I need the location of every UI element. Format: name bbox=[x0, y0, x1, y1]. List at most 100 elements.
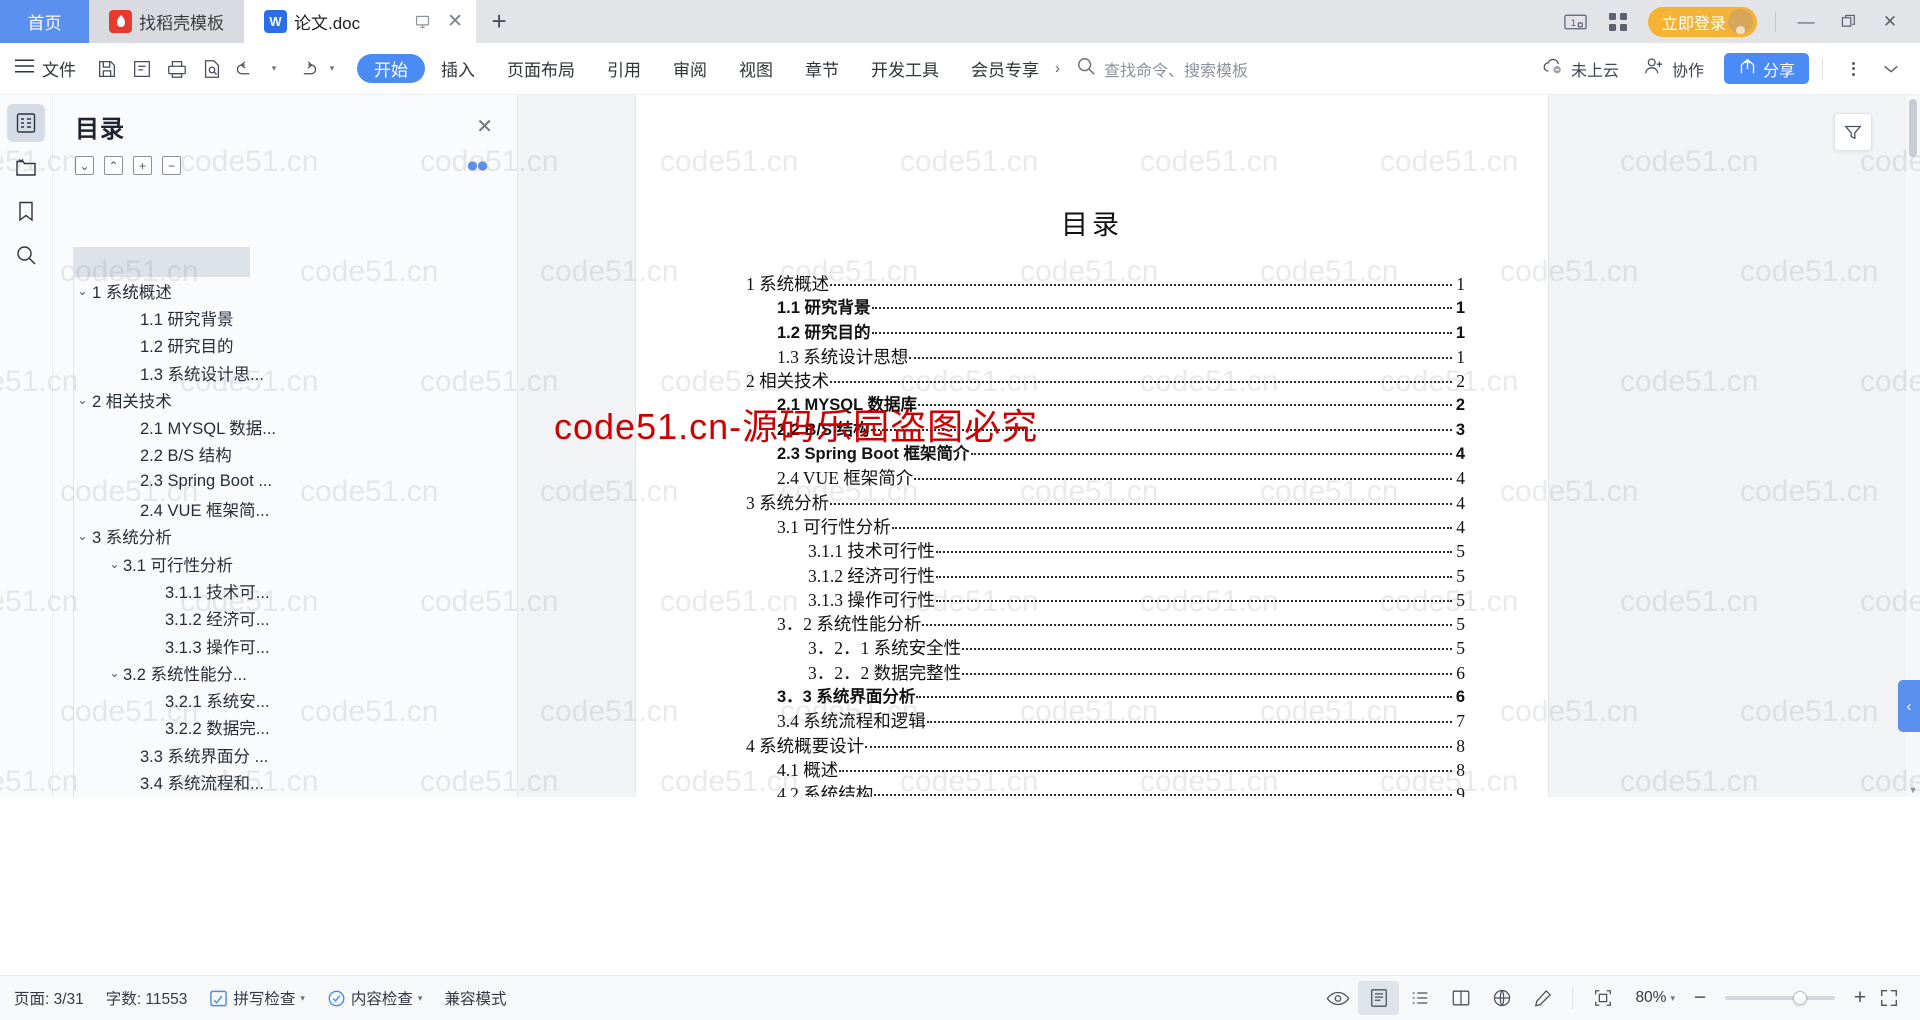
undo-dropdown-icon[interactable]: ▾ bbox=[261, 52, 287, 86]
search-box[interactable]: 查找命令、搜索模板 bbox=[1076, 56, 1248, 81]
scrollbar-thumb[interactable] bbox=[1909, 99, 1917, 157]
outline-item[interactable]: 3.1.1 技术可... bbox=[74, 577, 504, 604]
toc-entry[interactable]: 2.1 MYSQL 数据库 2 bbox=[746, 393, 1465, 417]
redo-dropdown-icon[interactable]: ▾ bbox=[319, 52, 345, 86]
ribbon-tab-member[interactable]: 会员专享 bbox=[955, 47, 1055, 90]
print-preview-icon[interactable] bbox=[195, 52, 229, 86]
toc-entry[interactable]: 1.2 研究目的 1 bbox=[746, 321, 1465, 345]
zoom-level[interactable]: 80% ▾ bbox=[1635, 989, 1675, 1007]
ribbon-tab-review[interactable]: 审阅 bbox=[657, 47, 723, 90]
outline-icon[interactable] bbox=[7, 104, 45, 142]
toc-entry[interactable]: 3．2．1 系统安全性 5 bbox=[746, 636, 1465, 660]
tab-document[interactable]: W 论文.doc ✕ bbox=[244, 0, 477, 43]
table-of-contents[interactable]: 1 系统概述 1 1.1 研究背景 1 1.2 研究目的 1 1.3 系统设计思想 1 2 相关… bbox=[636, 272, 1548, 797]
ribbon-overflow-icon[interactable]: › bbox=[1055, 60, 1062, 77]
page-info[interactable]: 页面: 3/31 bbox=[14, 987, 84, 1009]
undo-icon[interactable] bbox=[230, 52, 264, 86]
eye-icon[interactable] bbox=[1317, 981, 1358, 1015]
compat-mode-label[interactable]: 兼容模式 bbox=[444, 987, 506, 1009]
right-panel-toggle[interactable]: ‹ bbox=[1898, 680, 1920, 732]
ribbon-tab-developer[interactable]: 开发工具 bbox=[855, 47, 955, 90]
toc-entry[interactable]: 3.1.2 经济可行性 5 bbox=[746, 564, 1465, 588]
toc-entry[interactable]: 2 相关技术 2 bbox=[746, 369, 1465, 393]
save-cloud-icon[interactable] bbox=[125, 52, 159, 86]
expand-all-button[interactable]: + bbox=[133, 156, 152, 175]
share-button[interactable]: 分享 bbox=[1723, 53, 1809, 84]
outline-item[interactable]: ⌄ 3 系统分析 bbox=[74, 523, 504, 550]
file-menu-button[interactable]: 文件 bbox=[0, 56, 86, 81]
collapse-ribbon-icon[interactable] bbox=[1874, 52, 1908, 86]
print-icon[interactable] bbox=[160, 52, 194, 86]
grid-apps-icon[interactable] bbox=[1598, 0, 1638, 43]
outline-item[interactable]: 1.3 系统设计思... bbox=[74, 359, 504, 386]
chevron-down-icon[interactable]: ⌄ bbox=[74, 284, 91, 298]
ribbon-tab-page-layout[interactable]: 页面布局 bbox=[491, 47, 591, 90]
toc-entry[interactable]: 1.3 系统设计思想 1 bbox=[746, 345, 1465, 369]
screen-count-icon[interactable]: 1 bbox=[1556, 0, 1596, 43]
outline-item[interactable]: ⌄ 3.2 系统性能分... bbox=[74, 659, 504, 686]
outline-item[interactable]: 2.1 MYSQL 数据... bbox=[74, 413, 504, 440]
toc-entry[interactable]: 3．3 系统界面分析 6 bbox=[746, 685, 1465, 709]
toc-entry[interactable]: 4.2 系统结构 9 bbox=[746, 782, 1465, 797]
outline-tree[interactable]: ⌄ 1 系统概述 1.1 研究背景 1.2 研究目的 1.3 系统设计思... ⌄ 2 相关… bbox=[73, 247, 504, 797]
toc-entry[interactable]: 2.2 B/S 结构 3 bbox=[746, 418, 1465, 442]
outline-item[interactable]: ⌄4 系统概要设计 bbox=[74, 796, 504, 797]
chevron-down-icon[interactable]: ⌄ bbox=[106, 557, 123, 571]
chevron-down-icon[interactable]: ⌄ bbox=[74, 393, 91, 407]
zoom-in-button[interactable]: + bbox=[1848, 986, 1872, 1010]
ribbon-tab-section[interactable]: 章节 bbox=[789, 47, 855, 90]
toc-entry[interactable]: 3.1.3 操作可行性 5 bbox=[746, 588, 1465, 612]
search-icon[interactable] bbox=[7, 236, 45, 274]
collapse-up-button[interactable]: ⌃ bbox=[104, 156, 123, 175]
chevron-down-icon[interactable]: ▾ bbox=[300, 993, 305, 1004]
outline-item[interactable]: 3.4 系统流程和... bbox=[74, 768, 504, 795]
outline-item[interactable]: 1.1 研究背景 bbox=[74, 304, 504, 331]
outline-item[interactable]: 3.1.2 经济可... bbox=[74, 605, 504, 632]
chevron-down-icon[interactable]: ▾ bbox=[418, 993, 423, 1004]
fullscreen-icon[interactable] bbox=[1872, 981, 1906, 1015]
window-minimize-button[interactable]: — bbox=[1786, 0, 1826, 43]
reading-view-icon[interactable] bbox=[1440, 981, 1481, 1015]
ribbon-tab-start[interactable]: 开始 bbox=[357, 54, 425, 83]
word-count[interactable]: 字数: 11553 bbox=[106, 987, 188, 1009]
document-filter-icon[interactable] bbox=[1834, 113, 1872, 151]
collapse-all-button[interactable]: − bbox=[162, 156, 181, 175]
toc-entry[interactable]: 2.4 VUE 框架简介 4 bbox=[746, 466, 1465, 490]
outline-item[interactable]: ⌄ 3.1 可行性分析 bbox=[74, 550, 504, 577]
login-button[interactable]: 立即登录 bbox=[1647, 6, 1757, 37]
more-options-icon[interactable] bbox=[1836, 52, 1870, 86]
toc-entry[interactable]: 4 系统概要设计 8 bbox=[746, 734, 1465, 758]
page-view-icon[interactable] bbox=[1358, 981, 1400, 1015]
scroll-down-arrow[interactable]: ▼ bbox=[1906, 783, 1920, 797]
toc-entry[interactable]: 4.1 概述 8 bbox=[746, 758, 1465, 782]
web-view-icon[interactable] bbox=[1481, 981, 1522, 1015]
tab-home[interactable]: 首页 bbox=[0, 0, 89, 43]
toc-entry[interactable]: 3.4 系统流程和逻辑 7 bbox=[746, 709, 1465, 733]
outline-item[interactable]: 3.2.2 数据完... bbox=[74, 714, 504, 741]
outline-item[interactable]: 2.2 B/S 结构 bbox=[74, 441, 504, 468]
window-close-button[interactable]: ✕ bbox=[1870, 0, 1910, 43]
outline-item[interactable]: 3.2.1 系统安... bbox=[74, 686, 504, 713]
zoom-slider[interactable] bbox=[1725, 991, 1835, 1005]
tab-template[interactable]: 找稻壳模板 bbox=[89, 0, 244, 43]
document-page[interactable]: 目录 1 系统概述 1 1.1 研究背景 1 1.2 研究目的 1 1.3 系统设计思想 1 2… bbox=[636, 95, 1548, 797]
zoom-slider-knob[interactable] bbox=[1793, 991, 1807, 1005]
outline-item[interactable]: ⌄ 2 相关技术 bbox=[74, 386, 504, 413]
toc-entry[interactable]: 1.1 研究背景 1 bbox=[746, 296, 1465, 320]
collaborate-button[interactable]: 协作 bbox=[1633, 56, 1714, 81]
tab-close-icon[interactable]: ✕ bbox=[442, 9, 468, 35]
outline-view-icon[interactable] bbox=[1399, 981, 1440, 1015]
outline-item[interactable]: 1.2 研究目的 bbox=[74, 332, 504, 359]
cloud-status[interactable]: 未上云 bbox=[1532, 57, 1629, 81]
outline-close-icon[interactable]: ✕ bbox=[476, 114, 501, 139]
toc-entry[interactable]: 3．2．2 数据完整性 6 bbox=[746, 661, 1465, 685]
content-check-button[interactable]: 内容检查 ▾ bbox=[327, 987, 423, 1009]
new-tab-button[interactable]: + bbox=[476, 0, 522, 43]
redo-icon[interactable] bbox=[288, 52, 322, 86]
chevron-down-icon[interactable]: ⌄ bbox=[74, 529, 91, 543]
save-icon[interactable] bbox=[90, 52, 124, 86]
expand-down-button[interactable]: ⌄ bbox=[75, 156, 94, 175]
outline-item[interactable]: ⌄ 1 系统概述 bbox=[74, 277, 504, 304]
toc-entry[interactable]: 1 系统概述 1 bbox=[746, 272, 1465, 296]
zoom-out-button[interactable]: − bbox=[1688, 986, 1712, 1010]
